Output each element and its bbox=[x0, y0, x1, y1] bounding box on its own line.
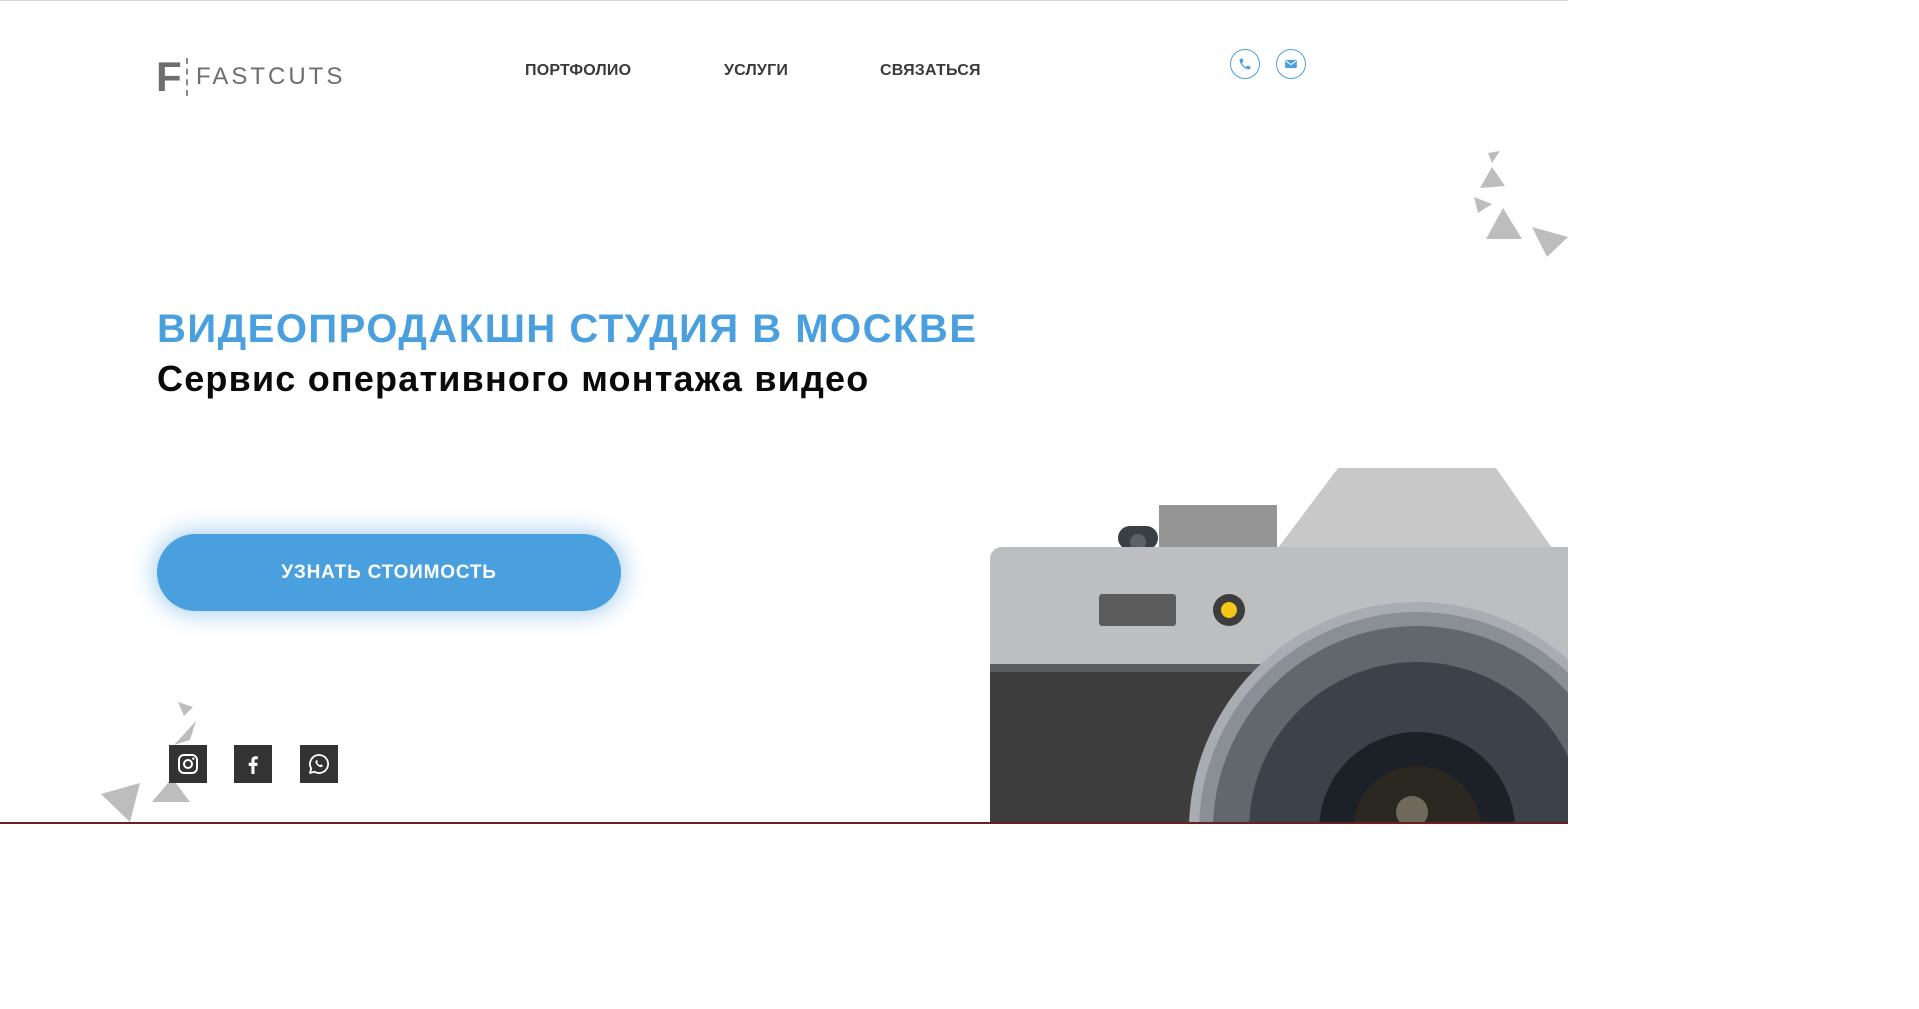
bottom-divider bbox=[0, 822, 1568, 824]
get-price-button-label: УЗНАТЬ СТОИМОСТЬ bbox=[281, 561, 497, 583]
camera-illustration bbox=[990, 468, 1568, 822]
hero-subtitle: Сервис оперативного монтажа видео bbox=[157, 358, 870, 399]
hero-title: ВИДЕОПРОДАКШН СТУДИЯ В МОСКВЕ bbox=[157, 307, 978, 351]
instagram-icon bbox=[178, 754, 198, 774]
whatsapp-link[interactable] bbox=[300, 745, 338, 783]
get-price-button[interactable]: УЗНАТЬ СТОИМОСТЬ bbox=[157, 534, 621, 611]
facebook-icon bbox=[248, 756, 258, 774]
instagram-link[interactable] bbox=[169, 745, 207, 783]
facebook-link[interactable] bbox=[234, 745, 272, 783]
whatsapp-icon bbox=[309, 754, 329, 774]
